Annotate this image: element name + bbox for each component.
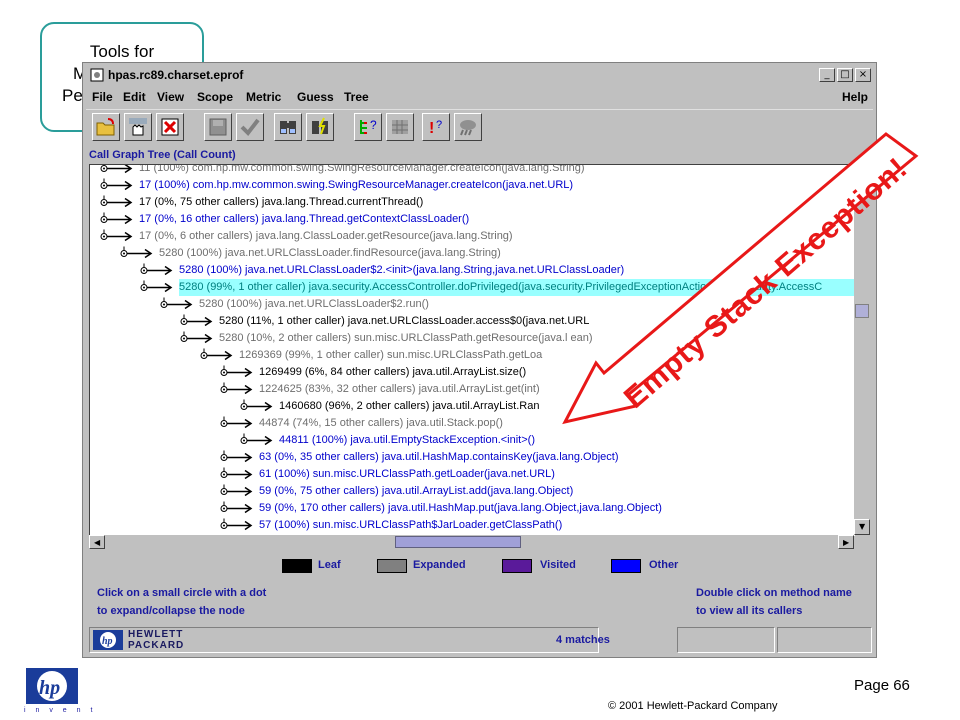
callout-arrow [562, 132, 919, 425]
page-number: Page 66 [854, 677, 910, 694]
copyright: © 2001 Hewlett-Packard Company [608, 700, 778, 712]
invent-tagline: i n v e n t [24, 707, 97, 714]
hp-logo: hp [26, 668, 78, 704]
svg-text:hp: hp [39, 677, 60, 699]
